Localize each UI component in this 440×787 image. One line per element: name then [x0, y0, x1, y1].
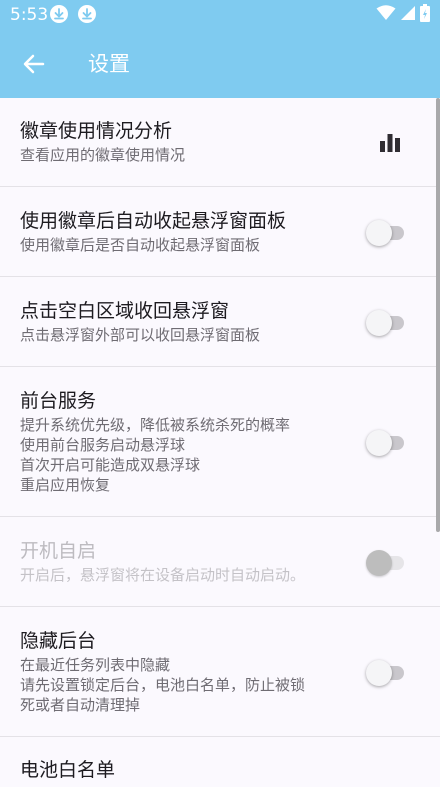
setting-subtitle: 查看应用的徽章使用情况 [20, 146, 186, 164]
toggle-thumb [366, 310, 392, 336]
status-bar: 5:53 [0, 0, 440, 30]
app-header: 5:53 设置 [0, 0, 440, 98]
setting-title: 点击空白区域收回悬浮窗 [20, 300, 230, 322]
toggle-thumb [366, 550, 392, 576]
setting-title: 电池白名单 [20, 759, 116, 781]
setting-subtitle: 使用徽章后是否自动收起悬浮窗面板 [20, 236, 261, 254]
setting-auto-start: 开机自启 开启后，悬浮窗将在设备启动时自动启动。 [0, 517, 440, 607]
setting-subtitle-line: 在最近任务列表中隐藏 [20, 656, 171, 674]
setting-subtitle-line: 死或者自动清理掉 [20, 696, 141, 714]
setting-subtitle-line: 提升系统优先级，降低被系统杀死的概率 [20, 416, 291, 434]
wifi-icon [376, 5, 396, 25]
setting-title: 开机自启 [20, 540, 97, 562]
setting-foreground-service[interactable]: 前台服务 提升系统优先级，降低被系统杀死的概率 使用前台服务启动悬浮球 首次开启… [0, 367, 440, 517]
setting-subtitle-line: 重启应用恢复 [20, 476, 111, 494]
tap-outside-toggle[interactable] [366, 310, 406, 336]
status-icons [376, 4, 430, 26]
setting-auto-collapse[interactable]: 使用徽章后自动收起悬浮窗面板 使用徽章后是否自动收起悬浮窗面板 [0, 187, 440, 277]
setting-subtitle-line: 请先设置锁定后台，电池白名单，防止被锁 [20, 676, 306, 694]
auto-collapse-toggle[interactable] [366, 220, 406, 246]
download-icon [50, 5, 68, 23]
setting-tap-outside-collapse[interactable]: 点击空白区域收回悬浮窗 点击悬浮窗外部可以收回悬浮窗面板 [0, 277, 440, 367]
setting-title: 徽章使用情况分析 [20, 120, 173, 142]
setting-badge-usage[interactable]: 徽章使用情况分析 查看应用的徽章使用情况 [0, 98, 440, 187]
setting-title: 前台服务 [20, 390, 97, 412]
battery-charging-icon [420, 4, 430, 26]
toggle-thumb [366, 430, 392, 456]
arrow-left-icon [23, 54, 45, 74]
settings-list: 徽章使用情况分析 查看应用的徽章使用情况 使用徽章后自动收起悬浮窗面板 使用徽章… [0, 98, 440, 787]
page-title: 设置 [88, 52, 130, 76]
back-button[interactable] [18, 48, 50, 80]
foreground-service-toggle[interactable] [366, 430, 406, 456]
toolbar: 设置 [0, 30, 440, 98]
toggle-thumb [366, 660, 392, 686]
setting-subtitle: 点击悬浮窗外部可以收回悬浮窗面板 [20, 326, 261, 344]
download-icon [78, 5, 96, 23]
scrollbar[interactable] [436, 98, 440, 532]
auto-start-toggle [366, 550, 406, 576]
hide-recents-toggle[interactable] [366, 660, 406, 686]
setting-hide-recents[interactable]: 隐藏后台 在最近任务列表中隐藏 请先设置锁定后台，电池白名单，防止被锁 死或者自… [0, 607, 440, 737]
setting-title: 使用徽章后自动收起悬浮窗面板 [20, 210, 287, 232]
setting-battery-whitelist[interactable]: 电池白名单 [0, 737, 440, 787]
setting-subtitle-line: 首次开启可能造成双悬浮球 [20, 456, 201, 474]
setting-subtitle: 开启后，悬浮窗将在设备启动时自动启动。 [20, 566, 306, 584]
setting-subtitle-line: 使用前台服务启动悬浮球 [20, 436, 186, 454]
toggle-thumb [366, 220, 392, 246]
setting-title: 隐藏后台 [20, 630, 97, 652]
signal-icon [400, 5, 416, 25]
status-time: 5:53 [10, 5, 49, 25]
bar-chart-icon [380, 134, 400, 152]
